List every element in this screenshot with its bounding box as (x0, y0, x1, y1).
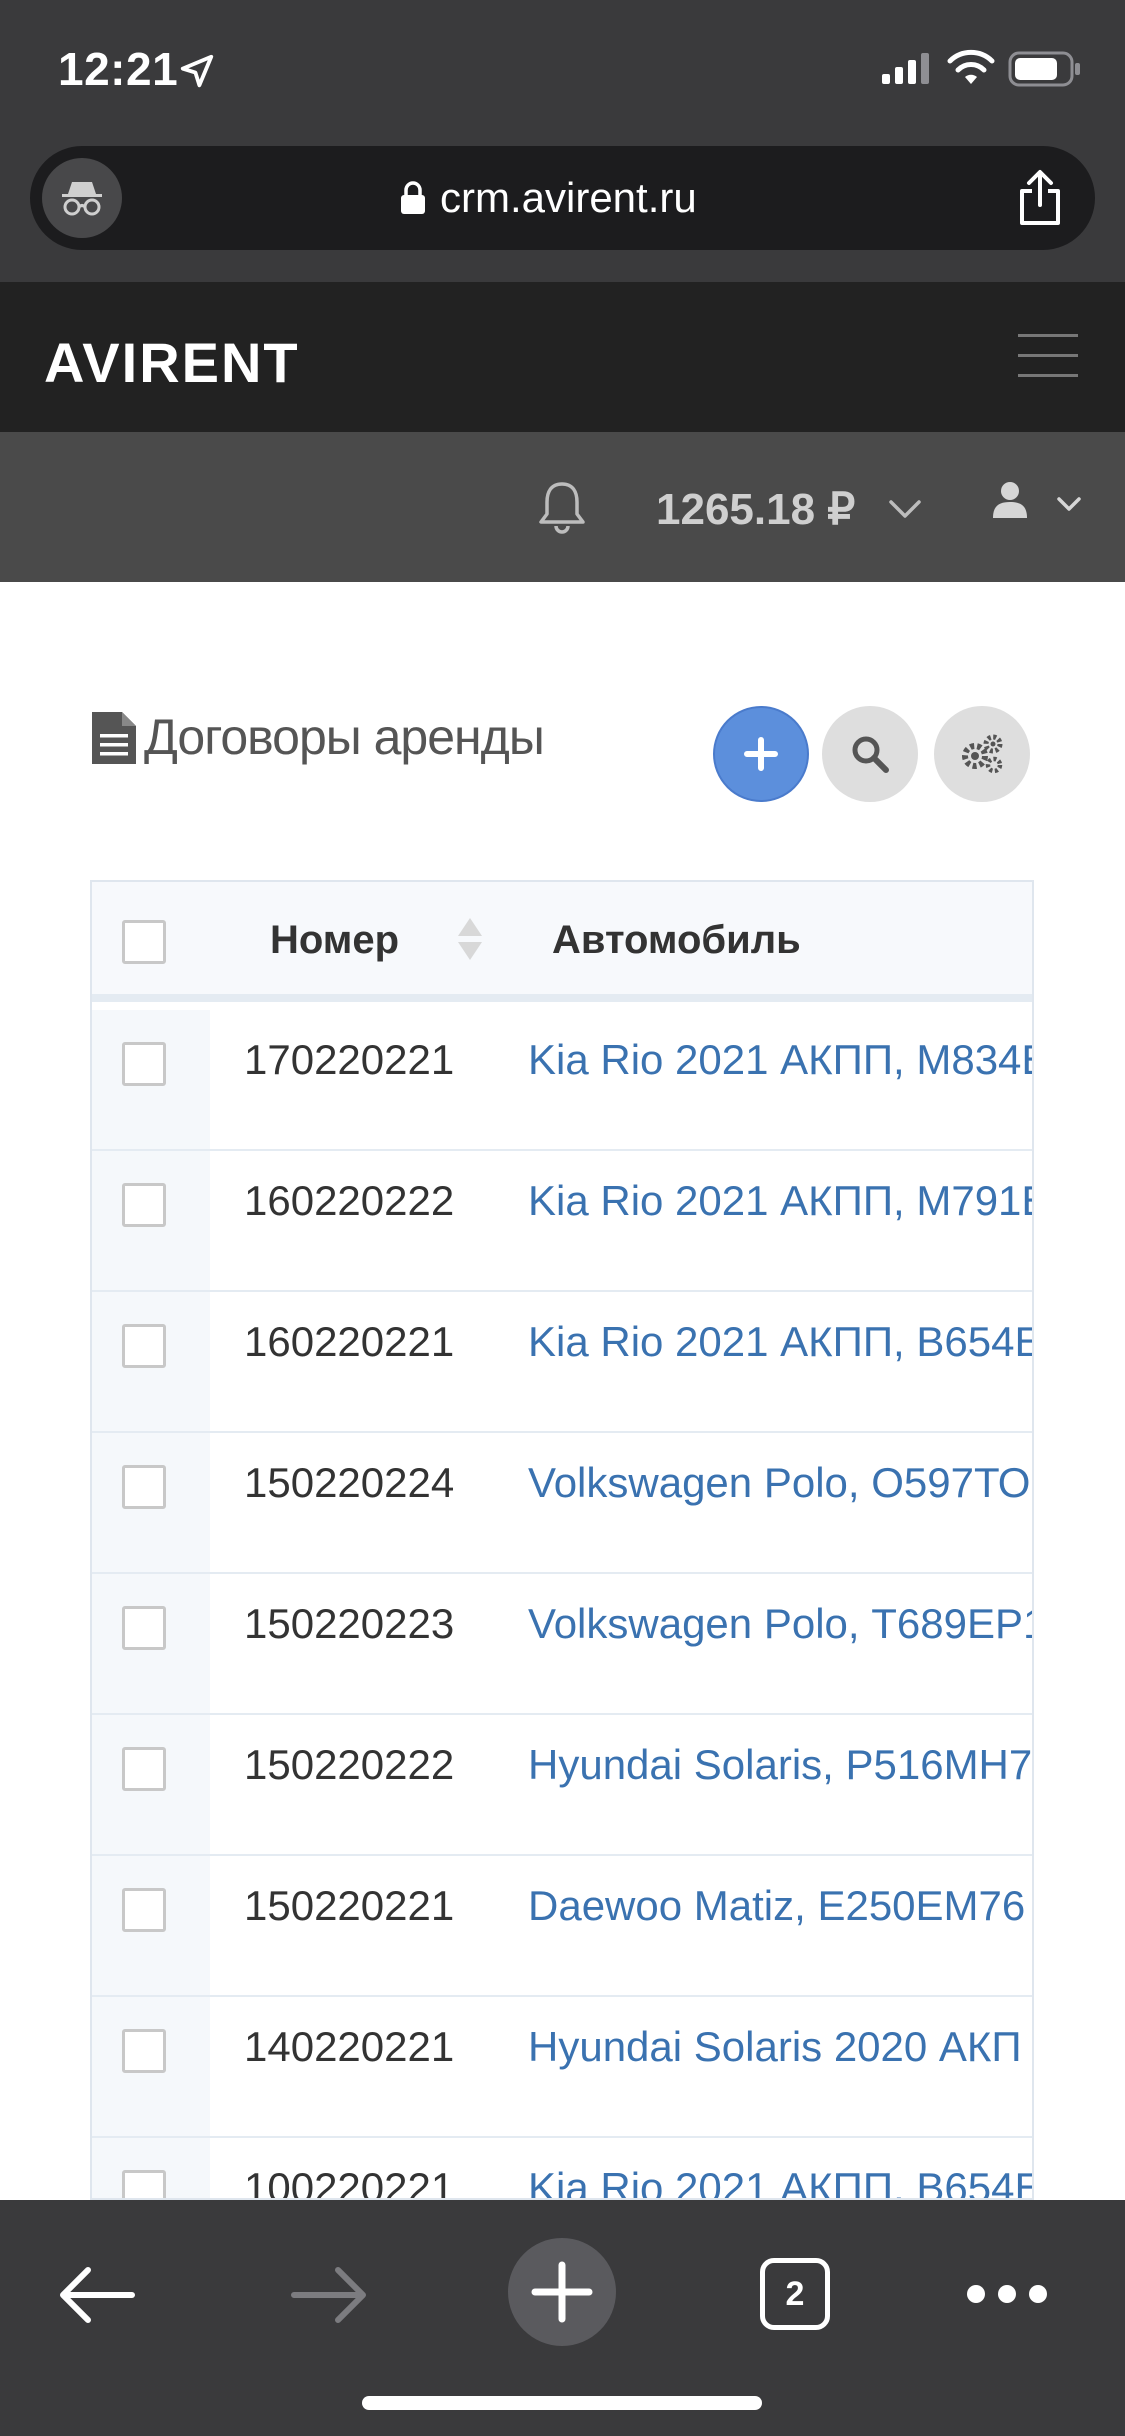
status-bar: 12:21 (0, 0, 1125, 138)
share-icon[interactable] (1005, 162, 1075, 234)
contracts-table: Номер Автомобиль 170220221 Kia Rio 2021 … (90, 880, 1034, 2200)
row-checkbox[interactable] (122, 1465, 166, 1509)
contract-number[interactable]: 150220222 (244, 1741, 454, 1789)
row-checkbox[interactable] (122, 1747, 166, 1791)
page-title: Договоры аренды (144, 709, 545, 765)
user-icon[interactable] (990, 480, 1030, 520)
status-time: 12:21 (58, 43, 179, 95)
settings-button[interactable] (934, 706, 1030, 802)
lock-icon (401, 181, 425, 214)
contract-number[interactable]: 150220223 (244, 1600, 454, 1648)
balance-amount[interactable]: 1265.18 ₽ (656, 484, 855, 535)
signal-icon (882, 53, 929, 84)
tabs-icon[interactable]: 2 (760, 2258, 830, 2330)
app-header: AVIRENT (0, 282, 1125, 432)
gears-icon (962, 734, 1003, 774)
table-row[interactable]: 150220223 Volkswagen Polo, Т689ЕР1 (92, 1574, 1032, 1715)
car-link[interactable]: Kia Rio 2021 АКПП, М791Е (528, 1177, 1032, 1225)
url-text: crm.avirent.ru (440, 174, 697, 221)
row-checkbox[interactable] (122, 1324, 166, 1368)
column-header-car[interactable]: Автомобиль (552, 918, 801, 963)
contract-number[interactable]: 140220221 (244, 2023, 454, 2071)
new-tab-plus-icon (531, 2261, 593, 2323)
row-checkbox[interactable] (122, 1183, 166, 1227)
car-link[interactable]: Volkswagen Polo, Т689ЕР1 (528, 1600, 1032, 1648)
hamburger-menu-icon[interactable] (1018, 334, 1078, 380)
contract-number[interactable]: 100220221 (244, 2164, 454, 2198)
contract-number[interactable]: 150220221 (244, 1882, 454, 1930)
more-dots-icon[interactable] (966, 2282, 1048, 2306)
tab-count: 2 (785, 2274, 805, 2313)
browser-top-chrome: 12:21 crm.avirent.ru (0, 0, 1125, 282)
contract-number[interactable]: 160220221 (244, 1318, 454, 1366)
brand-logo[interactable]: AVIRENT (44, 330, 300, 395)
row-checkbox[interactable] (122, 1042, 166, 1086)
select-all-checkbox[interactable] (122, 920, 166, 964)
browser-bottom-toolbar: 2 (0, 2200, 1125, 2436)
table-row[interactable]: 160220222 Kia Rio 2021 АКПП, М791Е (92, 1151, 1032, 1292)
new-tab-button[interactable] (508, 2238, 616, 2346)
home-indicator[interactable] (362, 2396, 762, 2410)
plus-icon (744, 737, 778, 771)
table-header: Номер Автомобиль (92, 882, 1032, 1002)
contract-number[interactable]: 150220224 (244, 1459, 454, 1507)
wifi-icon (947, 49, 995, 84)
address-bar[interactable]: crm.avirent.ru (30, 146, 1095, 250)
search-icon (852, 736, 889, 773)
row-checkbox[interactable] (122, 1888, 166, 1932)
contract-number[interactable]: 160220222 (244, 1177, 454, 1225)
car-link[interactable]: Hyundai Solaris, Р516МН7 (528, 1741, 1032, 1789)
row-checkbox[interactable] (122, 2170, 166, 2198)
table-row[interactable]: 150220222 Hyundai Solaris, Р516МН7 (92, 1715, 1032, 1856)
table-row[interactable]: 140220221 Hyundai Solaris 2020 АКП (92, 1997, 1032, 2138)
url-display[interactable]: crm.avirent.ru (400, 146, 697, 250)
column-header-number[interactable]: Номер (270, 918, 399, 963)
battery-icon (1008, 51, 1080, 87)
add-contract-button[interactable] (713, 706, 809, 802)
car-link[interactable]: Kia Rio 2021 АКПП, В654Е (528, 2164, 1032, 2198)
table-row[interactable]: 150220224 Volkswagen Polo, О597ТО (92, 1433, 1032, 1574)
row-checkbox[interactable] (122, 2029, 166, 2073)
row-checkbox[interactable] (122, 1606, 166, 1650)
chevron-down-icon[interactable] (888, 498, 922, 520)
incognito-icon[interactable] (42, 158, 122, 238)
car-link[interactable]: Volkswagen Polo, О597ТО (528, 1459, 1030, 1507)
location-arrow-icon (180, 54, 214, 88)
car-link[interactable]: Kia Rio 2021 АКПП, М834Е (528, 1036, 1032, 1084)
back-arrow-icon[interactable] (58, 2264, 136, 2326)
table-row[interactable]: 100220221 Kia Rio 2021 АКПП, В654Е (92, 2138, 1032, 2198)
page-header: Договоры аренды (0, 640, 1125, 840)
table-row[interactable]: 160220221 Kia Rio 2021 АКПП, В654Е (92, 1292, 1032, 1433)
sort-icon[interactable] (456, 916, 484, 962)
contract-number[interactable]: 170220221 (244, 1036, 454, 1084)
search-button[interactable] (822, 706, 918, 802)
user-toolbar: 1265.18 ₽ (0, 432, 1125, 582)
table-row[interactable]: 170220221 Kia Rio 2021 АКПП, М834Е (92, 1010, 1032, 1151)
table-row[interactable]: 150220221 Daewoo Matiz, Е250ЕМ76 (92, 1856, 1032, 1997)
car-link[interactable]: Hyundai Solaris 2020 АКП (528, 2023, 1022, 2071)
car-link[interactable]: Daewoo Matiz, Е250ЕМ76 (528, 1882, 1025, 1930)
document-icon (92, 712, 136, 764)
bell-icon[interactable] (536, 478, 588, 534)
forward-arrow-icon[interactable] (290, 2264, 368, 2326)
table-body: 170220221 Kia Rio 2021 АКПП, М834Е 16022… (92, 1010, 1032, 2198)
car-link[interactable]: Kia Rio 2021 АКПП, В654Е (528, 1318, 1032, 1366)
chevron-down-icon[interactable] (1056, 496, 1082, 514)
